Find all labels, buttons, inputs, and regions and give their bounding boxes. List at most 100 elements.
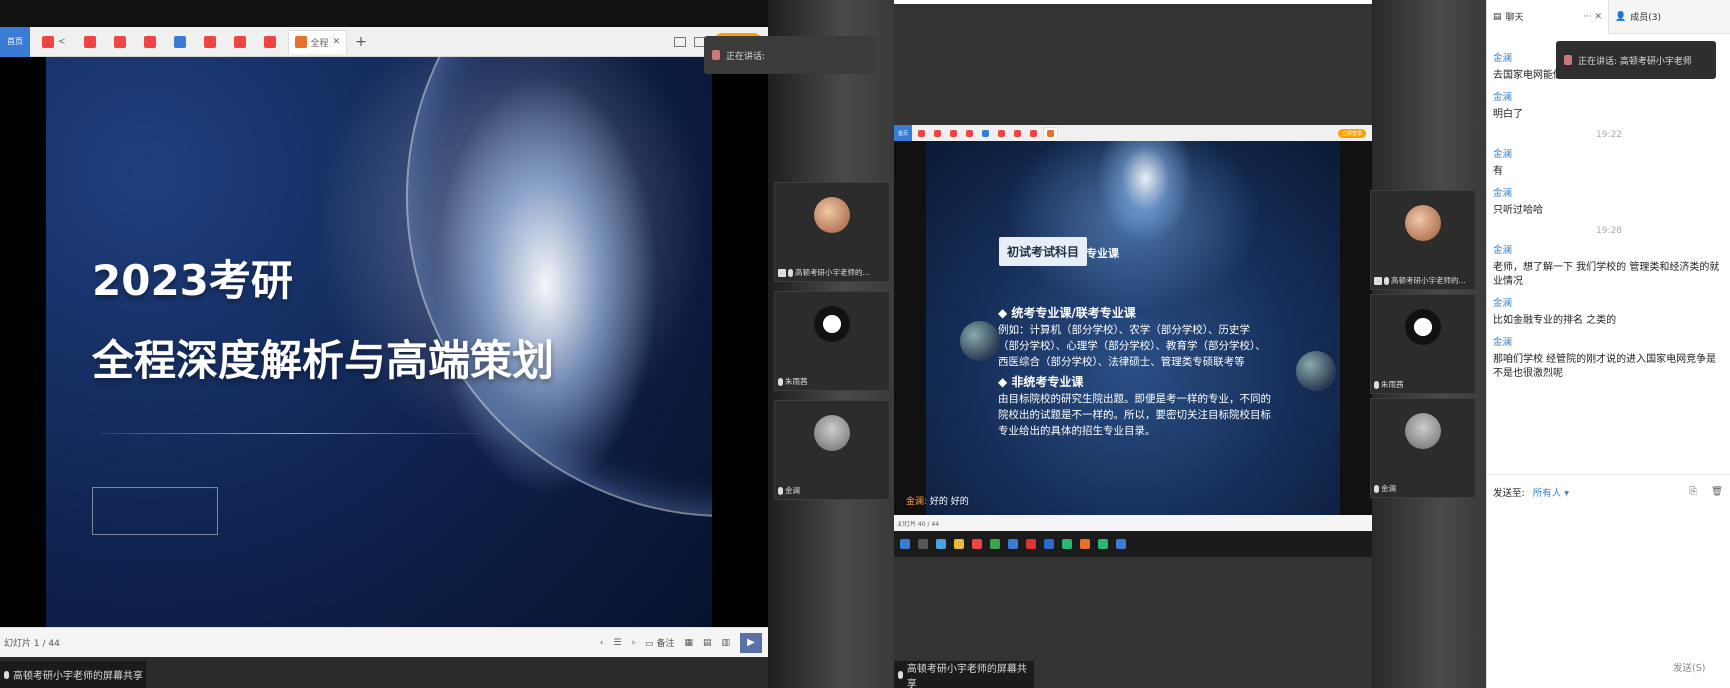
- left-tab-1[interactable]: <: [36, 30, 72, 54]
- mic-icon: [898, 670, 903, 679]
- close-icon[interactable]: ✕: [333, 37, 341, 47]
- slide-text-1a: 例如：计算机（部分学校）、农学（部分学校）、历史学: [998, 324, 1250, 336]
- right-tab[interactable]: [931, 127, 944, 139]
- chat-message: 金澜 明白了: [1493, 89, 1725, 122]
- mic-icon: [778, 377, 783, 386]
- search-icon[interactable]: [918, 539, 928, 549]
- layout-icon[interactable]: [674, 36, 686, 47]
- notes-button[interactable]: ▭ 备注: [645, 636, 674, 649]
- left-tab-8[interactable]: [258, 30, 282, 54]
- pdf-icon: [1014, 129, 1021, 137]
- trash-icon[interactable]: 🗑: [1711, 486, 1723, 497]
- right-tab[interactable]: [947, 127, 960, 139]
- pdf-icon: [113, 35, 126, 48]
- mic-icon: [4, 670, 9, 679]
- slide-frame-box: [92, 487, 218, 535]
- chat-message: 金澜 老师，想了解一下 我们学校的 管理类和经济类的就业情况: [1493, 242, 1725, 289]
- slide-page-indicator: 幻灯片 1 / 44: [4, 639, 60, 649]
- left-slide-area: 2023考研 全程深度解析与高端策划: [0, 57, 768, 627]
- slide-text-2b: 院校出的试题是不一样的。所以，要密切关注目标院校目标: [998, 409, 1271, 421]
- message-sender: 金澜: [1493, 298, 1513, 309]
- right-tab[interactable]: [915, 127, 928, 139]
- taskbar-app-icon[interactable]: [972, 539, 982, 549]
- play-slideshow-button[interactable]: ▶: [740, 632, 762, 653]
- pdf-icon: [203, 35, 216, 48]
- status-controls: ‹ ☰ › ▭ 备注 ▦ ▤ ▥ ▶: [600, 632, 762, 653]
- participant-tile[interactable]: 高顿考研小宇老师的...: [1370, 190, 1476, 290]
- menu-icon[interactable]: ☰: [613, 638, 621, 648]
- notes-icon: ▭: [645, 639, 654, 649]
- left-tab-4[interactable]: [138, 30, 162, 54]
- normal-view-icon[interactable]: ▦: [684, 638, 693, 648]
- right-document-tabbar: 首页 立即登录: [894, 125, 1372, 141]
- reading-view-icon[interactable]: ▥: [721, 638, 730, 648]
- right-tab-active[interactable]: [1043, 127, 1058, 139]
- slide-heading-1: ◆ 统考专业课/联考专业课: [998, 306, 1136, 320]
- taskbar-app-icon[interactable]: [936, 539, 946, 549]
- avatar: [814, 306, 850, 342]
- participant-tile[interactable]: 金澜: [774, 400, 890, 500]
- more-icon[interactable]: ··· ✕: [1583, 12, 1602, 22]
- participant-label: 金澜: [778, 485, 800, 496]
- right-tab[interactable]: [995, 127, 1008, 139]
- slide-chat-overlay: 金澜: 好的 好的: [906, 497, 969, 507]
- left-tab-home[interactable]: 首页: [0, 26, 30, 57]
- left-tab-3[interactable]: [108, 30, 132, 54]
- sorter-view-icon[interactable]: ▤: [703, 638, 712, 648]
- chat-input[interactable]: [1487, 508, 1730, 658]
- left-tab-5[interactable]: [168, 30, 192, 54]
- right-participant-column: 高顿考研小宇老师的... 朱雨茜 金澜: [1370, 0, 1486, 688]
- prev-slide-icon[interactable]: ‹: [600, 638, 604, 648]
- next-slide-icon[interactable]: ›: [631, 638, 635, 648]
- taskbar-app-icon[interactable]: [1008, 539, 1018, 549]
- send-to-select[interactable]: 所有人 ▾: [1533, 485, 1569, 499]
- right-meeting-window: 首页 立即登录 初试考试科目 专业课 ◆ 统考专业课/联考专业课 例如：计算机（…: [894, 0, 1486, 688]
- right-tab[interactable]: [963, 127, 976, 139]
- planet-right: [1296, 351, 1336, 391]
- edge-icon[interactable]: [1062, 539, 1072, 549]
- mic-icon: [778, 486, 783, 495]
- participant-tile[interactable]: 朱雨茜: [774, 291, 890, 391]
- taskbar-app-icon[interactable]: [1116, 539, 1126, 549]
- send-button[interactable]: 发送(S): [1673, 660, 1705, 674]
- participant-label: 高顿考研小宇老师的...: [778, 267, 870, 278]
- pdf-icon: [918, 129, 925, 137]
- windows-start-icon[interactable]: [900, 539, 910, 549]
- participant-label: 朱雨茜: [1374, 379, 1404, 390]
- taskbar-app-icon[interactable]: [1044, 539, 1054, 549]
- speaker-avatar-icon: [1564, 55, 1572, 65]
- participant-tile[interactable]: 高顿考研小宇老师的...: [774, 182, 890, 282]
- mic-icon: [1374, 484, 1379, 493]
- wechat-icon[interactable]: [1098, 539, 1108, 549]
- add-tab-icon[interactable]: +: [355, 34, 367, 50]
- right-tab[interactable]: [979, 127, 992, 139]
- participant-tile[interactable]: 朱雨茜: [1370, 294, 1476, 394]
- taskbar-app-icon[interactable]: [1080, 539, 1090, 549]
- left-tab-2[interactable]: [78, 30, 102, 54]
- right-tab-home[interactable]: 首页: [894, 125, 912, 141]
- message-text: 有: [1493, 166, 1503, 177]
- message-text: 只听过哈哈: [1493, 205, 1543, 216]
- chat-message-list[interactable]: 金澜 去国家电网能做什么呢 金澜 明白了 19:22 金澜 有 金澜 只听过哈哈…: [1487, 34, 1730, 474]
- right-tab[interactable]: [1027, 127, 1040, 139]
- tab-chat[interactable]: ▤ 聊天 ··· ✕: [1487, 0, 1609, 34]
- left-tab-7[interactable]: [228, 30, 252, 54]
- right-tab[interactable]: [1011, 127, 1024, 139]
- doc-icon: [982, 129, 989, 137]
- taskbar-app-icon[interactable]: [1026, 539, 1036, 549]
- user-icon: 👤: [1615, 11, 1627, 22]
- left-tab-6[interactable]: [198, 30, 222, 54]
- message-text: 老师，想了解一下 我们学校的 管理类和经济类的就业情况: [1493, 262, 1720, 287]
- folder-icon[interactable]: [954, 539, 964, 549]
- chat-bubble-icon: ▤: [1493, 11, 1502, 22]
- slide-title-line2: 全程深度解析与高端策划: [92, 336, 555, 385]
- chrome-icon[interactable]: [990, 539, 1000, 549]
- slide-text-1c: 西医综合（部分学校）、法律硕士、管理类专硕联考等: [998, 356, 1245, 368]
- participant-tile[interactable]: 金澜: [1370, 398, 1476, 498]
- file-icon[interactable]: ⎘: [1689, 486, 1697, 497]
- tab-members[interactable]: 👤 成员(3): [1609, 0, 1667, 34]
- pdf-icon: [998, 129, 1005, 137]
- login-button[interactable]: 立即登录: [1337, 128, 1366, 138]
- screen-share-icon: [1374, 276, 1382, 285]
- left-tab-active-ppt[interactable]: 全程 ✕: [287, 29, 348, 54]
